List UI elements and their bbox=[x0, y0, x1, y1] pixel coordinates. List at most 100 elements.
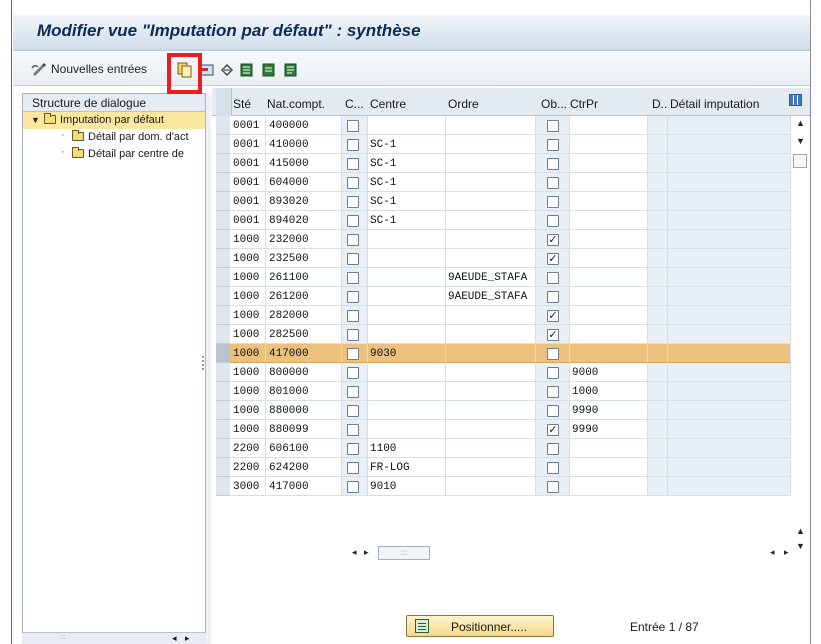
cell-c-checkbox[interactable] bbox=[342, 344, 368, 363]
cell-profit-center[interactable]: 9990 bbox=[570, 420, 648, 439]
cell-order[interactable] bbox=[446, 439, 536, 458]
cell-c-checkbox[interactable] bbox=[342, 325, 368, 344]
cell-ob-checkbox[interactable] bbox=[536, 173, 570, 192]
cell-cost-center[interactable] bbox=[368, 268, 446, 287]
checkbox[interactable] bbox=[347, 424, 359, 436]
cell-ob-checkbox[interactable] bbox=[536, 401, 570, 420]
select-block-button[interactable] bbox=[261, 59, 275, 79]
row-selector[interactable] bbox=[216, 173, 230, 192]
cell-cost-element[interactable]: 282000 bbox=[266, 306, 342, 325]
checkbox[interactable] bbox=[547, 443, 559, 455]
cell-cost-center[interactable]: SC-1 bbox=[368, 173, 446, 192]
table-row[interactable]: 1000 232000 ✓ bbox=[212, 230, 791, 249]
table-row[interactable]: 0001 604000 SC-1 bbox=[212, 173, 791, 192]
table-row[interactable]: 0001 894020 SC-1 bbox=[212, 211, 791, 230]
cell-order[interactable] bbox=[446, 116, 536, 135]
cell-profit-center[interactable] bbox=[570, 249, 648, 268]
cell-assignment-detail[interactable] bbox=[668, 230, 791, 249]
cell-ob-checkbox[interactable]: ✓ bbox=[536, 306, 570, 325]
cell-order[interactable] bbox=[446, 192, 536, 211]
checkbox[interactable] bbox=[347, 348, 359, 360]
cell-c-checkbox[interactable] bbox=[342, 401, 368, 420]
cell-ob-checkbox[interactable] bbox=[536, 439, 570, 458]
cell-c-checkbox[interactable] bbox=[342, 439, 368, 458]
tree-item-detail-cost-center[interactable]: · Détail par centre de bbox=[23, 146, 205, 163]
cell-c-checkbox[interactable] bbox=[342, 173, 368, 192]
col-header-c[interactable]: C... bbox=[345, 97, 364, 111]
cell-ob-checkbox[interactable] bbox=[536, 382, 570, 401]
cell-profit-center[interactable] bbox=[570, 439, 648, 458]
cell-c-checkbox[interactable] bbox=[342, 249, 368, 268]
table-hscrollbar[interactable]: ◂ ▸ ::: ◂ ▸ bbox=[212, 544, 810, 562]
row-selector[interactable] bbox=[216, 135, 230, 154]
cell-ob-checkbox[interactable]: ✓ bbox=[536, 230, 570, 249]
cell-profit-center[interactable] bbox=[570, 477, 648, 496]
hscroll-thumb[interactable]: ::: bbox=[378, 546, 430, 560]
checkbox[interactable]: ✓ bbox=[547, 310, 559, 322]
col-header-ob[interactable]: Ob... bbox=[541, 97, 567, 111]
cell-order[interactable] bbox=[446, 230, 536, 249]
cell-assignment-detail[interactable] bbox=[668, 382, 791, 401]
cell-assignment-detail[interactable] bbox=[668, 306, 791, 325]
col-header-order[interactable]: Ordre bbox=[448, 97, 479, 111]
cell-order[interactable]: 9AEUDE_STAFA bbox=[446, 287, 536, 306]
cell-cost-element[interactable]: 232500 bbox=[266, 249, 342, 268]
cell-profit-center[interactable] bbox=[570, 287, 648, 306]
cell-d[interactable] bbox=[648, 439, 668, 458]
col-header-assignment-detail[interactable]: Détail imputation bbox=[670, 97, 759, 111]
col-header-d[interactable]: D.. bbox=[652, 97, 667, 111]
cell-cost-center[interactable] bbox=[368, 382, 446, 401]
cell-ob-checkbox[interactable] bbox=[536, 135, 570, 154]
cell-ob-checkbox[interactable] bbox=[536, 192, 570, 211]
checkbox[interactable] bbox=[547, 139, 559, 151]
row-selector[interactable] bbox=[216, 306, 230, 325]
cell-c-checkbox[interactable] bbox=[342, 116, 368, 135]
cell-company[interactable]: 1000 bbox=[230, 306, 266, 325]
table-vscrollbar[interactable]: ▲ ▼ ▲ ▼ bbox=[793, 116, 808, 551]
cell-profit-center[interactable] bbox=[570, 325, 648, 344]
cell-profit-center[interactable] bbox=[570, 192, 648, 211]
cell-cost-element[interactable]: 417000 bbox=[266, 477, 342, 496]
cell-ob-checkbox[interactable] bbox=[536, 287, 570, 306]
row-selector[interactable] bbox=[216, 116, 230, 135]
undo-change-button[interactable] bbox=[219, 59, 234, 79]
cell-cost-element[interactable]: 261200 bbox=[266, 287, 342, 306]
cell-c-checkbox[interactable] bbox=[342, 363, 368, 382]
cell-ob-checkbox[interactable] bbox=[536, 458, 570, 477]
cell-c-checkbox[interactable] bbox=[342, 230, 368, 249]
splitter-grip-icon[interactable] bbox=[202, 356, 205, 370]
cell-d[interactable] bbox=[648, 211, 668, 230]
cell-cost-element[interactable]: 417000 bbox=[266, 344, 342, 363]
checkbox[interactable] bbox=[547, 348, 559, 360]
column-settings-icon[interactable] bbox=[789, 94, 802, 106]
checkbox[interactable] bbox=[347, 329, 359, 341]
cell-assignment-detail[interactable] bbox=[668, 439, 791, 458]
cell-order[interactable] bbox=[446, 420, 536, 439]
cell-order[interactable] bbox=[446, 363, 536, 382]
cell-order[interactable] bbox=[446, 211, 536, 230]
checkbox[interactable] bbox=[347, 386, 359, 398]
cell-d[interactable] bbox=[648, 363, 668, 382]
cell-company[interactable]: 1000 bbox=[230, 382, 266, 401]
cell-cost-center[interactable]: 9030 bbox=[368, 344, 446, 363]
cell-assignment-detail[interactable] bbox=[668, 268, 791, 287]
table-row[interactable]: 1000 232500 ✓ bbox=[212, 249, 791, 268]
cell-cost-center[interactable] bbox=[368, 116, 446, 135]
table-row[interactable]: 0001 400000 bbox=[212, 116, 791, 135]
cell-cost-center[interactable]: FR-LOG bbox=[368, 458, 446, 477]
checkbox[interactable] bbox=[347, 139, 359, 151]
cell-cost-element[interactable]: 232000 bbox=[266, 230, 342, 249]
table-row[interactable]: 2200 606100 1100 bbox=[212, 439, 791, 458]
table-row[interactable]: 1000 880099 ✓ 9990 bbox=[212, 420, 791, 439]
cell-order[interactable] bbox=[446, 401, 536, 420]
cell-cost-center[interactable]: SC-1 bbox=[368, 154, 446, 173]
cell-company[interactable]: 1000 bbox=[230, 230, 266, 249]
cell-cost-element[interactable]: 604000 bbox=[266, 173, 342, 192]
cell-cost-element[interactable]: 893020 bbox=[266, 192, 342, 211]
checkbox[interactable] bbox=[547, 291, 559, 303]
checkbox[interactable] bbox=[547, 405, 559, 417]
cell-cost-center[interactable] bbox=[368, 325, 446, 344]
cell-assignment-detail[interactable] bbox=[668, 458, 791, 477]
cell-c-checkbox[interactable] bbox=[342, 382, 368, 401]
cell-assignment-detail[interactable] bbox=[668, 477, 791, 496]
